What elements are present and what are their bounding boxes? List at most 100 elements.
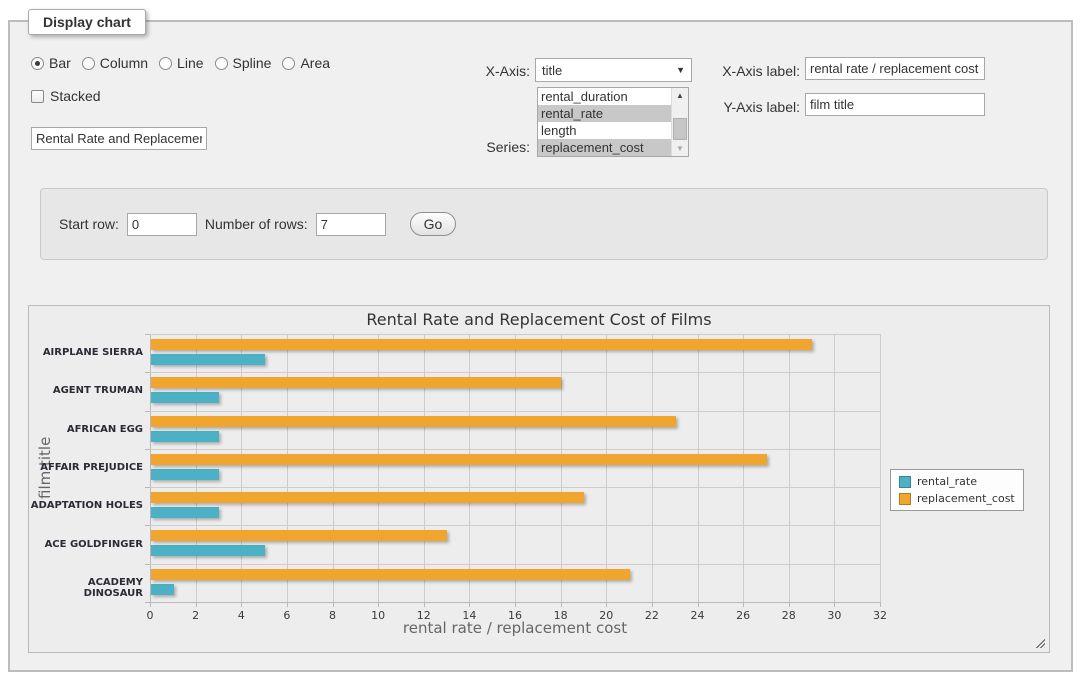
y-axis-label-input[interactable] (805, 93, 985, 116)
category-label: ACADEMY DINOSAUR (29, 577, 143, 599)
bar-replacement_cost (151, 339, 812, 350)
listbox-scrollbar[interactable]: ▲ ▼ (671, 88, 688, 156)
radio-button-area[interactable] (282, 57, 295, 70)
y-tickmark (145, 449, 150, 450)
bar-rental_rate (151, 507, 219, 518)
chart-type-radio-bar[interactable]: Bar (31, 55, 71, 71)
series-option-rental_duration[interactable]: rental_duration (538, 88, 671, 105)
x-tick-label: 8 (313, 609, 353, 622)
category-label: ACE GOLDFINGER (29, 539, 143, 550)
y-gridline (150, 449, 880, 450)
legend-item-rental_rate[interactable]: rental_rate (899, 475, 1015, 488)
x-gridline (789, 334, 790, 602)
x-gridline (698, 334, 699, 602)
rows-box: Start row: Number of rows: Go (40, 188, 1048, 260)
y-tickmark (145, 372, 150, 373)
stacked-label: Stacked (50, 88, 101, 104)
x-axis-label-input[interactable] (805, 57, 985, 80)
resize-handle-icon[interactable] (1034, 637, 1045, 648)
x-tick-label: 4 (221, 609, 261, 622)
chart-type-radio-area[interactable]: Area (282, 55, 330, 71)
x-tick-label: 6 (267, 609, 307, 622)
x-tick-label: 18 (541, 609, 581, 622)
bar-rental_rate (151, 584, 174, 595)
bar-rental_rate (151, 392, 219, 403)
chart-type-radio-line[interactable]: Line (159, 55, 203, 71)
series-option-replacement_cost[interactable]: replacement_cost (538, 139, 671, 156)
category-label: AFFAIR PREJUDICE (29, 462, 143, 473)
y-gridline (150, 487, 880, 488)
bar-replacement_cost (151, 492, 584, 503)
radio-label-area: Area (300, 55, 330, 71)
number-of-rows-input[interactable] (316, 213, 386, 236)
x-axis-select-value: title (542, 63, 562, 78)
bar-replacement_cost (151, 454, 767, 465)
chart-type-radio-spline[interactable]: Spline (215, 55, 272, 71)
bar-rental_rate (151, 545, 265, 556)
legend-item-replacement_cost[interactable]: replacement_cost (899, 492, 1015, 505)
radio-button-line[interactable] (159, 57, 172, 70)
chart-title: Rental Rate and Replacement Cost of Film… (29, 310, 1049, 329)
x-gridline (333, 334, 334, 602)
legend-label-rental_rate: rental_rate (917, 475, 977, 488)
x-tick-label: 24 (678, 609, 718, 622)
x-gridline (880, 334, 881, 602)
category-label: AGENT TRUMAN (29, 385, 143, 396)
x-tick-label: 0 (130, 609, 170, 622)
radio-label-bar: Bar (49, 55, 71, 71)
go-button[interactable]: Go (410, 212, 457, 236)
stacked-checkbox-row[interactable]: Stacked (31, 88, 101, 104)
x-gridline (241, 334, 242, 602)
scroll-down-icon[interactable]: ▼ (672, 141, 688, 156)
bar-replacement_cost (151, 530, 447, 541)
radio-label-column: Column (100, 55, 148, 71)
x-axis-select[interactable]: title ▼ (535, 58, 692, 82)
x-gridline (378, 334, 379, 602)
x-tick-label: 22 (632, 609, 672, 622)
legend-marker-rental_rate (899, 476, 911, 488)
x-gridline (287, 334, 288, 602)
display-chart-fieldset: Display chart BarColumnLineSplineArea St… (8, 20, 1073, 672)
x-tick-label: 16 (495, 609, 535, 622)
radio-label-line: Line (177, 55, 203, 71)
chart-legend: rental_rate replacement_cost (890, 469, 1024, 511)
y-gridline (150, 525, 880, 526)
scroll-up-icon[interactable]: ▲ (672, 88, 688, 103)
stacked-checkbox[interactable] (31, 90, 44, 103)
bar-rental_rate (151, 469, 219, 480)
bar-replacement_cost (151, 377, 561, 388)
start-row-input[interactable] (127, 213, 197, 236)
chart-type-radio-group: Bar Column Line Spline Area (31, 55, 330, 71)
y-tickmark (145, 334, 150, 335)
x-tick-label: 32 (860, 609, 900, 622)
x-tick-label: 12 (404, 609, 444, 622)
bar-replacement_cost (151, 416, 676, 427)
x-tickmark (880, 602, 881, 607)
y-gridline (150, 564, 880, 565)
radio-label-spline: Spline (233, 55, 272, 71)
y-tickmark (145, 602, 150, 603)
chart-type-radio-column[interactable]: Column (82, 55, 148, 71)
y-gridline (150, 372, 880, 373)
chart-panel: Rental Rate and Replacement Cost of Film… (28, 305, 1050, 653)
number-of-rows-label: Number of rows: (205, 216, 308, 232)
radio-button-spline[interactable] (215, 57, 228, 70)
chart-title-input[interactable] (31, 127, 207, 150)
radio-button-bar[interactable] (31, 57, 44, 70)
bar-rental_rate (151, 354, 265, 365)
x-tick-label: 20 (586, 609, 626, 622)
x-axis-select-label: X-Axis: (453, 63, 530, 79)
series-option-length[interactable]: length (538, 122, 671, 139)
y-tickmark (145, 564, 150, 565)
series-option-rental_rate[interactable]: rental_rate (538, 105, 671, 122)
y-tickmark (145, 487, 150, 488)
bar-rental_rate (151, 431, 219, 442)
series-listbox[interactable]: rental_durationrental_ratelengthreplacem… (537, 87, 689, 157)
y-gridline (150, 602, 880, 603)
x-gridline (469, 334, 470, 602)
scrollbar-thumb[interactable] (673, 118, 687, 140)
x-gridline (834, 334, 835, 602)
x-gridline (561, 334, 562, 602)
radio-button-column[interactable] (82, 57, 95, 70)
x-gridline (606, 334, 607, 602)
